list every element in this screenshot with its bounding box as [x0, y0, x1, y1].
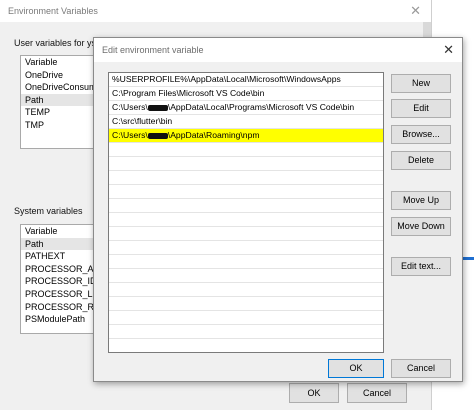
empty-row[interactable]: [109, 255, 383, 269]
empty-row[interactable]: [109, 213, 383, 227]
dialog-title: Edit environment variable: [102, 45, 204, 55]
delete-button[interactable]: Delete: [391, 151, 451, 170]
edit-text-button[interactable]: Edit text...: [391, 257, 451, 276]
user-variables-label: User variables for ysol: [14, 38, 104, 48]
path-entry-text: \AppData\Local\Programs\Microsoft VS Cod…: [167, 102, 355, 112]
ok-button[interactable]: OK: [328, 359, 384, 378]
path-entry-text: C:\Users\: [112, 130, 148, 140]
dialog-title-bar: Edit environment variable ✕: [94, 38, 462, 62]
move-down-button[interactable]: Move Down: [391, 217, 451, 236]
path-entry-text: C:\src\flutter\bin: [112, 116, 173, 126]
move-up-button[interactable]: Move Up: [391, 191, 451, 210]
path-entry-text: C:\Program Files\Microsoft VS Code\bin: [112, 88, 265, 98]
empty-row[interactable]: [109, 227, 383, 241]
edit-environment-variable-dialog: Edit environment variable ✕ %USERPROFILE…: [93, 37, 463, 382]
path-entries-list[interactable]: %USERPROFILE%\AppData\Local\Microsoft\Wi…: [108, 72, 384, 353]
browse-button[interactable]: Browse...: [391, 125, 451, 144]
path-entry[interactable]: C:\src\flutter\bin: [109, 115, 383, 129]
path-entry-selected[interactable]: C:\Users\ \AppData\Roaming\npm: [109, 129, 383, 143]
empty-row[interactable]: [109, 171, 383, 185]
redaction-mark: [147, 104, 168, 111]
path-entry-text: %USERPROFILE%\AppData\Local\Microsoft\Wi…: [112, 74, 341, 84]
close-icon[interactable]: ✕: [410, 3, 421, 19]
empty-row[interactable]: [109, 241, 383, 255]
env-ok-button[interactable]: OK: [289, 383, 339, 403]
path-entry[interactable]: C:\Users\ \AppData\Local\Programs\Microso…: [109, 101, 383, 115]
cancel-button[interactable]: Cancel: [391, 359, 451, 378]
empty-row[interactable]: [109, 143, 383, 157]
empty-row[interactable]: [109, 325, 383, 339]
system-variables-label: System variables: [14, 206, 83, 216]
empty-row[interactable]: [109, 269, 383, 283]
path-entry[interactable]: C:\Program Files\Microsoft VS Code\bin: [109, 87, 383, 101]
close-icon[interactable]: ✕: [443, 42, 454, 58]
empty-row[interactable]: [109, 283, 383, 297]
env-cancel-button[interactable]: Cancel: [347, 383, 407, 403]
empty-row[interactable]: [109, 157, 383, 171]
redaction-mark: [147, 132, 168, 139]
env-title-bar: Environment Variables ✕: [0, 0, 431, 22]
edit-button[interactable]: Edit: [391, 99, 451, 118]
empty-row[interactable]: [109, 199, 383, 213]
path-entry-text: \AppData\Roaming\npm: [167, 130, 260, 140]
new-button[interactable]: New: [391, 74, 451, 93]
empty-row[interactable]: [109, 297, 383, 311]
path-entry[interactable]: %USERPROFILE%\AppData\Local\Microsoft\Wi…: [109, 73, 383, 87]
empty-row[interactable]: [109, 185, 383, 199]
env-window-title: Environment Variables: [8, 6, 98, 16]
empty-row[interactable]: [109, 311, 383, 325]
path-entry-text: C:\Users\: [112, 102, 148, 112]
